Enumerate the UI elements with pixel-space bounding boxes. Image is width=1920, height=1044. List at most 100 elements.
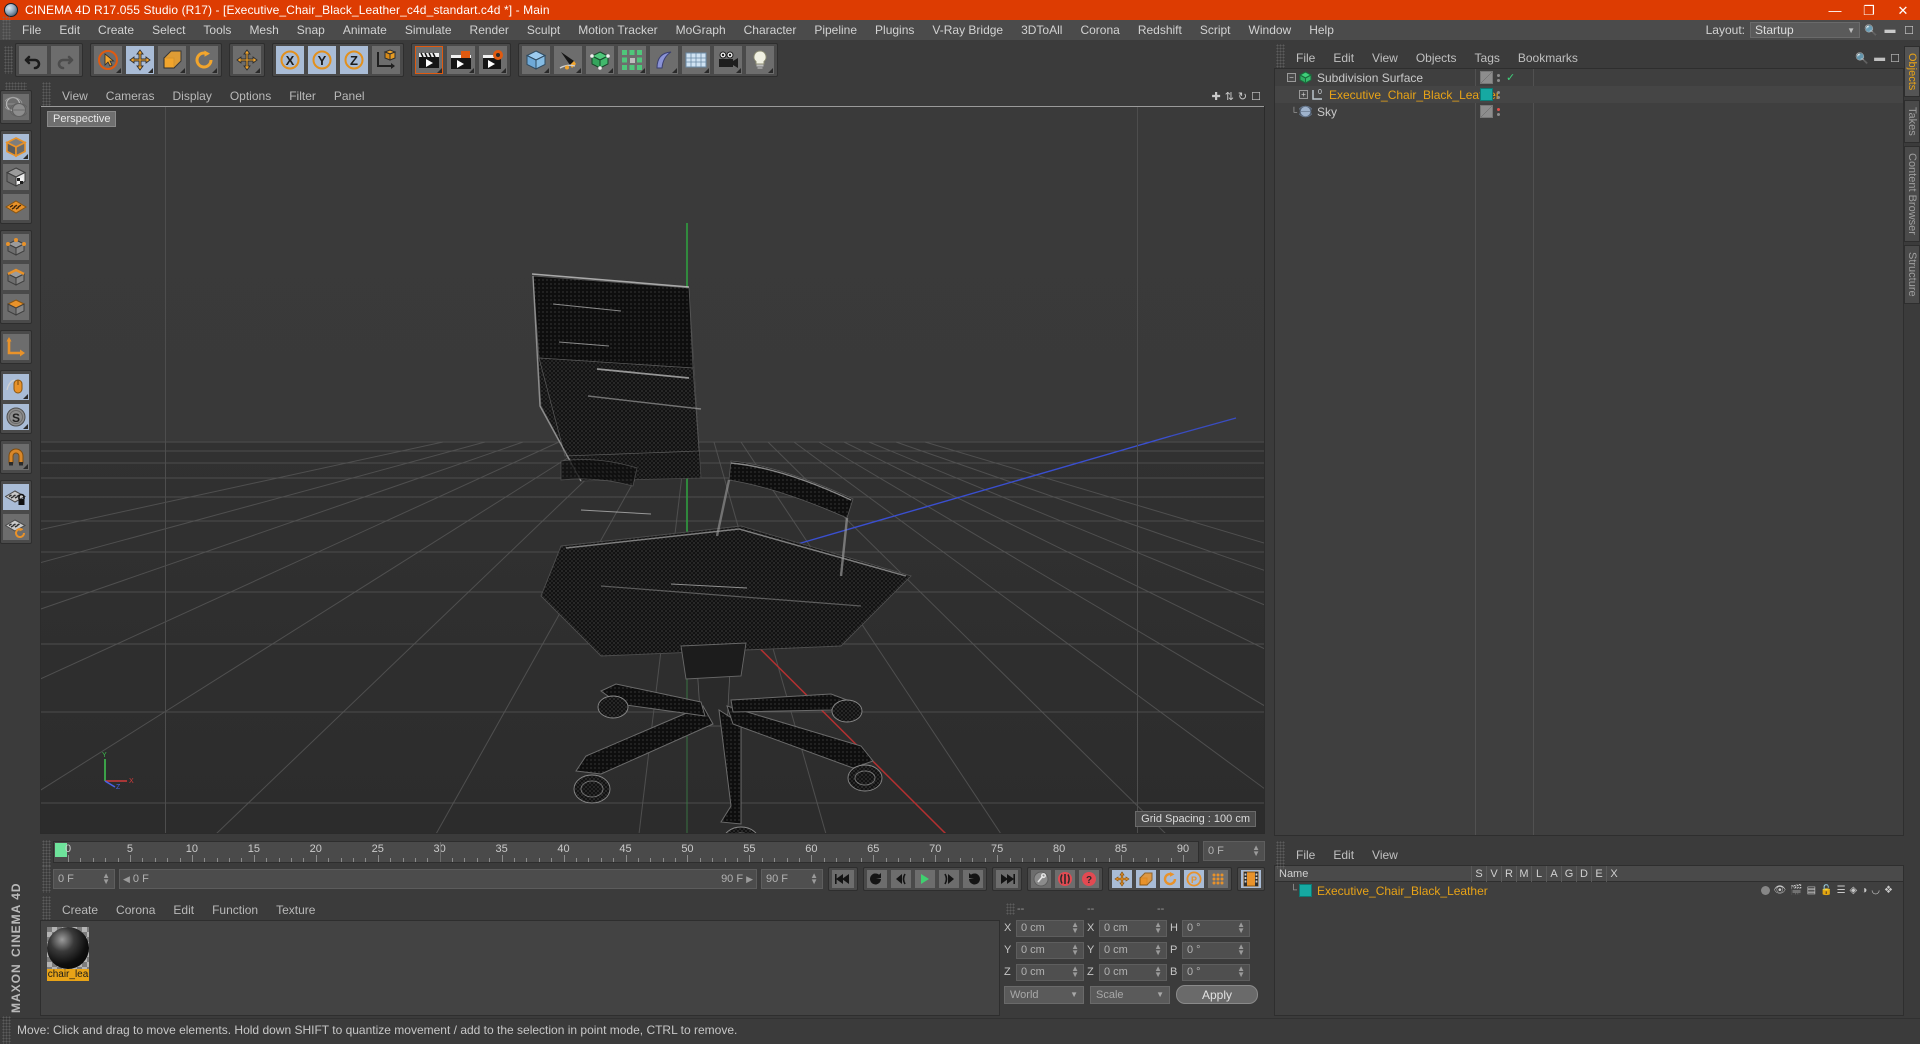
menu-3dtoall[interactable]: 3DToAll [1012,20,1071,40]
undo-button[interactable] [18,45,48,75]
viewport-rotate-icon[interactable]: ↻ [1238,90,1247,103]
go-to-start-button[interactable] [831,869,855,889]
viewport-move-icon[interactable]: ✚ [1211,90,1220,103]
viewport-scale-icon[interactable]: ⇅ [1225,90,1234,103]
object-menu-file[interactable]: File [1287,48,1324,68]
stepper-icon[interactable]: ▲▼ [1154,944,1162,957]
z-axis-lock-button[interactable]: Z [339,45,369,75]
stepper-icon[interactable]: ▲▼ [1252,845,1260,858]
object-row[interactable]: −Subdivision Surface✓ [1275,69,1903,86]
timeline-current-frame-field[interactable]: 0 F ▲▼ [1203,841,1265,861]
stepper-icon[interactable]: ▲▼ [1071,966,1079,979]
expand-collapse-toggle[interactable]: − [1287,73,1296,82]
visibility-dots-icon[interactable] [1497,108,1500,116]
material-list-menu-file[interactable]: File [1287,845,1324,865]
viewport-maximize-icon[interactable]: ☐ [1251,90,1261,103]
apply-button[interactable]: Apply [1176,985,1258,1004]
material-list-menu-view[interactable]: View [1363,845,1407,865]
material-list-column-e[interactable]: E [1591,866,1606,882]
object-menu-tags[interactable]: Tags [1466,48,1509,68]
range-right-arrow-icon[interactable]: ▶ [746,874,753,885]
left-palette-grip[interactable] [5,82,27,90]
y-axis-lock-button[interactable]: Y [307,45,337,75]
menu-v-ray-bridge[interactable]: V-Ray Bridge [923,20,1012,40]
scale-tool-button[interactable] [157,45,187,75]
menu-motion-tracker[interactable]: Motion Tracker [569,20,666,40]
workplane-align-icon[interactable] [2,513,30,541]
step-back-button[interactable] [890,869,912,889]
stepper-icon[interactable]: ▲▼ [102,873,110,886]
status-bar-grip[interactable] [2,1016,11,1044]
stepper-icon[interactable]: ▲▼ [810,873,818,886]
material-menu-edit[interactable]: Edit [164,900,203,920]
timeline-ruler[interactable]: 051015202530354045505560657075808590 [53,841,1199,863]
minimize-button[interactable]: — [1818,0,1852,20]
redo-button[interactable] [50,45,80,75]
menu-render[interactable]: Render [461,20,518,40]
next-keyframe-button[interactable] [962,869,984,889]
coordinate-system-dropdown[interactable]: World ▼ [1004,986,1084,1004]
parameter-key-button[interactable]: P [1183,869,1205,889]
material-list-column-name[interactable]: Name [1275,868,1471,880]
coordinate-field-position-y[interactable]: 0 cm▲▼ [1016,942,1084,959]
close-button[interactable]: ✕ [1886,0,1920,20]
material-menu-function[interactable]: Function [203,900,267,920]
material-list-column-a[interactable]: A [1546,866,1561,882]
material-list-body[interactable]: └ Executive_Chair_Black_Leather 👁 🎬 ▤ 🔓 … [1274,881,1904,1016]
layout-dropdown[interactable]: Startup ▼ [1750,22,1860,38]
cube-primitive-button[interactable] [521,45,551,75]
dock-tab-objects[interactable]: Objects [1904,46,1920,97]
timeline-range-slider[interactable]: ◀ 0 F 90 F ▶ [119,869,757,889]
toolbar-grip-handle[interactable] [4,46,13,74]
coordinate-field-size-x[interactable]: 0 cm▲▼ [1099,920,1167,937]
frame-start-field[interactable]: 0 F ▲▼ [53,869,115,889]
light-button[interactable] [745,45,775,75]
record-active-objects-button[interactable] [1054,869,1076,889]
menu-mesh[interactable]: Mesh [240,20,287,40]
menu-help[interactable]: Help [1300,20,1343,40]
material-list-column-r[interactable]: R [1501,866,1516,882]
timeline-playhead[interactable] [440,842,441,862]
stepper-icon[interactable]: ▲▼ [1237,922,1245,935]
object-menu-objects[interactable]: Objects [1407,48,1466,68]
material-list-column-s[interactable]: S [1471,866,1486,882]
layout-restore-icon[interactable]: ☐ [1901,22,1917,38]
object-row[interactable]: +0Executive_Chair_Black_Leather [1275,86,1903,103]
move-secondary-button[interactable] [232,45,262,75]
object-menu-view[interactable]: View [1363,48,1407,68]
coordinate-mode-dropdown[interactable]: Scale ▼ [1090,986,1170,1004]
keyframe-help-button[interactable]: ? [1078,869,1100,889]
texture-mode-icon[interactable] [2,163,30,191]
coordinate-field-size-z[interactable]: 0 cm▲▼ [1099,964,1167,981]
stepper-icon[interactable]: ▲▼ [1154,922,1162,935]
scale-key-button[interactable] [1135,869,1157,889]
rotate-tool-button[interactable] [189,45,219,75]
make-editable-icon[interactable] [2,93,30,121]
snap-s-icon[interactable]: S [2,403,30,431]
menu-plugins[interactable]: Plugins [866,20,923,40]
material-list-menu-edit[interactable]: Edit [1324,845,1363,865]
step-forward-button[interactable] [938,869,960,889]
stepper-icon[interactable]: ▲▼ [1237,966,1245,979]
spline-pen-button[interactable] [553,45,583,75]
stepper-icon[interactable]: ▲▼ [1154,966,1162,979]
material-manager-body[interactable]: chair_lea [40,920,1000,1016]
material-menu-create[interactable]: Create [53,900,107,920]
viewport-menu-cameras[interactable]: Cameras [97,86,164,106]
bend-deformer-button[interactable] [649,45,679,75]
expand-collapse-toggle[interactable]: + [1299,90,1308,99]
material-list-column-d[interactable]: D [1576,866,1591,882]
render-region-button[interactable] [446,45,476,75]
dock-tab-structure[interactable]: Structure [1904,245,1920,304]
menu-corona[interactable]: Corona [1071,20,1128,40]
point-mode-icon[interactable] [2,233,30,261]
material-menu-corona[interactable]: Corona [107,900,164,920]
nurbs-generator-button[interactable] [585,45,615,75]
menu-window[interactable]: Window [1240,20,1301,40]
menu-simulate[interactable]: Simulate [396,20,461,40]
material-list-column-v[interactable]: V [1486,866,1501,882]
menu-select[interactable]: Select [143,20,194,40]
material-item[interactable]: chair_lea [47,927,89,981]
material-tag-icon[interactable] [1480,88,1493,101]
previous-keyframe-button[interactable] [866,869,888,889]
